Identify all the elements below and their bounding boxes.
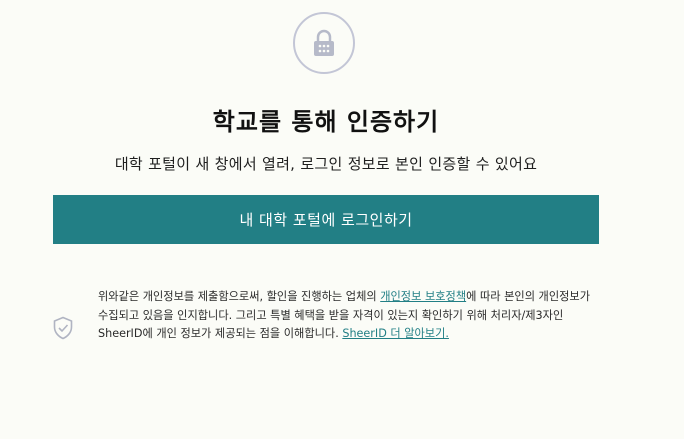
consent-text-before: 위와같은 개인정보를 제출함으로써, 할인을 진행하는 업체의 [98, 290, 381, 303]
lock-icon [293, 12, 355, 74]
university-portal-login-button[interactable]: 내 대학 포털에 로그인하기 [53, 195, 599, 244]
page-title: 학교를 통해 인증하기 [212, 108, 440, 136]
sheerid-learn-more-link[interactable]: SheerID 더 알아보기. [342, 327, 449, 340]
page-subtitle: 대학 포털이 새 창에서 열려, 로그인 정보로 본인 인증할 수 있어요 [114, 155, 538, 173]
consent-notice: 위와같은 개인정보를 제출함으로써, 할인을 진행하는 업체의 개인정보 보호정… [98, 288, 598, 344]
privacy-policy-link[interactable]: 개인정보 보호정책 [380, 290, 466, 303]
shield-check-icon [52, 316, 74, 340]
